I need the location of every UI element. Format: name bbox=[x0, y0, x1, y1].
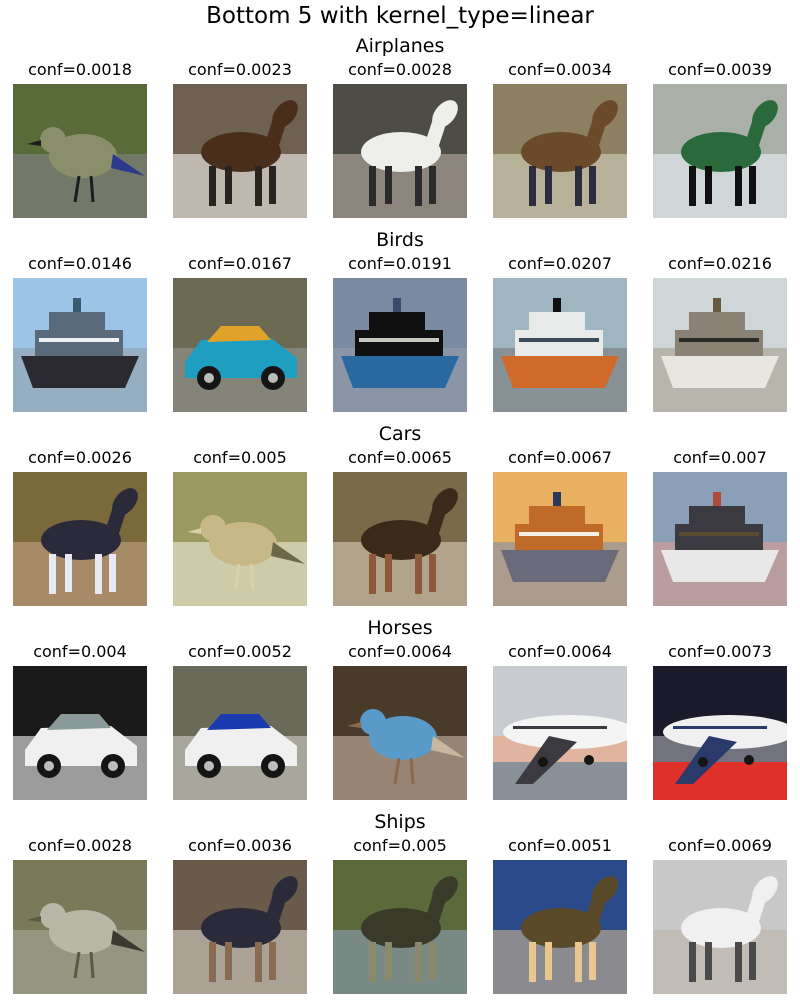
bird-thumbnail bbox=[173, 472, 307, 606]
confidence-label: conf=0.0065 bbox=[348, 448, 452, 467]
confidence-label: conf=0.0026 bbox=[28, 448, 132, 467]
ship-thumbnail bbox=[493, 278, 627, 412]
image-cell: conf=0.0146 bbox=[0, 254, 160, 414]
image-cell: conf=0.0052 bbox=[160, 642, 320, 802]
confidence-label: conf=0.0064 bbox=[508, 642, 612, 661]
confidence-label: conf=0.005 bbox=[193, 448, 287, 467]
confidence-label: conf=0.005 bbox=[353, 836, 447, 855]
confidence-label: conf=0.0028 bbox=[28, 836, 132, 855]
confidence-label: conf=0.0023 bbox=[188, 60, 292, 79]
image-cell: conf=0.0051 bbox=[480, 836, 640, 996]
airplane-thumbnail bbox=[653, 666, 787, 800]
image-cell: conf=0.0207 bbox=[480, 254, 640, 414]
horse-thumbnail bbox=[173, 860, 307, 994]
row-title-ships: Ships bbox=[374, 811, 426, 833]
horse-thumbnail bbox=[653, 84, 787, 218]
horse-thumbnail bbox=[173, 84, 307, 218]
row-title-airplanes: Airplanes bbox=[355, 35, 445, 57]
image-cell: conf=0.0216 bbox=[640, 254, 800, 414]
horse-thumbnail bbox=[333, 472, 467, 606]
confidence-label: conf=0.0039 bbox=[668, 60, 772, 79]
confidence-label: conf=0.0073 bbox=[668, 642, 772, 661]
ship-thumbnail bbox=[653, 472, 787, 606]
car-thumbnail bbox=[13, 666, 147, 800]
image-cell: conf=0.0034 bbox=[480, 60, 640, 220]
confidence-label: conf=0.0051 bbox=[508, 836, 612, 855]
image-cell: conf=0.0023 bbox=[160, 60, 320, 220]
ship-thumbnail bbox=[333, 278, 467, 412]
ship-thumbnail bbox=[13, 278, 147, 412]
image-cell: conf=0.0191 bbox=[320, 254, 480, 414]
airplane-thumbnail bbox=[493, 666, 627, 800]
confidence-label: conf=0.0207 bbox=[508, 254, 612, 273]
horse-thumbnail bbox=[333, 84, 467, 218]
image-cell: conf=0.007 bbox=[640, 448, 800, 608]
row-title-horses: Horses bbox=[367, 617, 433, 639]
row-title-birds: Birds bbox=[376, 229, 424, 251]
horse-thumbnail bbox=[493, 84, 627, 218]
image-cell: conf=0.0039 bbox=[640, 60, 800, 220]
horse-thumbnail bbox=[653, 860, 787, 994]
image-cell: conf=0.0069 bbox=[640, 836, 800, 996]
horse-thumbnail bbox=[333, 860, 467, 994]
image-cell: conf=0.0167 bbox=[160, 254, 320, 414]
ship-thumbnail bbox=[653, 278, 787, 412]
image-cell: conf=0.005 bbox=[160, 448, 320, 608]
confidence-label: conf=0.004 bbox=[33, 642, 127, 661]
image-cell: conf=0.0028 bbox=[320, 60, 480, 220]
confidence-label: conf=0.0034 bbox=[508, 60, 612, 79]
confidence-label: conf=0.0191 bbox=[348, 254, 452, 273]
image-cell: conf=0.0064 bbox=[320, 642, 480, 802]
confidence-label: conf=0.0146 bbox=[28, 254, 132, 273]
image-cell: conf=0.0065 bbox=[320, 448, 480, 608]
bird-thumbnail bbox=[333, 666, 467, 800]
bird-thumbnail bbox=[13, 860, 147, 994]
confidence-label: conf=0.007 bbox=[673, 448, 767, 467]
confidence-label: conf=0.0069 bbox=[668, 836, 772, 855]
confidence-label: conf=0.0064 bbox=[348, 642, 452, 661]
image-cell: conf=0.005 bbox=[320, 836, 480, 996]
image-cell: conf=0.0026 bbox=[0, 448, 160, 608]
confidence-label: conf=0.0216 bbox=[668, 254, 772, 273]
horse-thumbnail bbox=[493, 860, 627, 994]
ship-thumbnail bbox=[493, 472, 627, 606]
row-title-cars: Cars bbox=[378, 423, 422, 445]
confidence-label: conf=0.0167 bbox=[188, 254, 292, 273]
image-cell: conf=0.0018 bbox=[0, 60, 160, 220]
image-cell: conf=0.0067 bbox=[480, 448, 640, 608]
image-cell: conf=0.0036 bbox=[160, 836, 320, 996]
image-cell: conf=0.004 bbox=[0, 642, 160, 802]
confidence-label: conf=0.0028 bbox=[348, 60, 452, 79]
image-cell: conf=0.0028 bbox=[0, 836, 160, 996]
confidence-label: conf=0.0036 bbox=[188, 836, 292, 855]
car-thumbnail bbox=[173, 278, 307, 412]
horse-thumbnail bbox=[13, 472, 147, 606]
confidence-label: conf=0.0018 bbox=[28, 60, 132, 79]
image-cell: conf=0.0073 bbox=[640, 642, 800, 802]
confidence-label: conf=0.0067 bbox=[508, 448, 612, 467]
car-thumbnail bbox=[173, 666, 307, 800]
confidence-label: conf=0.0052 bbox=[188, 642, 292, 661]
figure-title: Bottom 5 with kernel_type=linear bbox=[206, 3, 594, 29]
bird-thumbnail bbox=[13, 84, 147, 218]
image-cell: conf=0.0064 bbox=[480, 642, 640, 802]
